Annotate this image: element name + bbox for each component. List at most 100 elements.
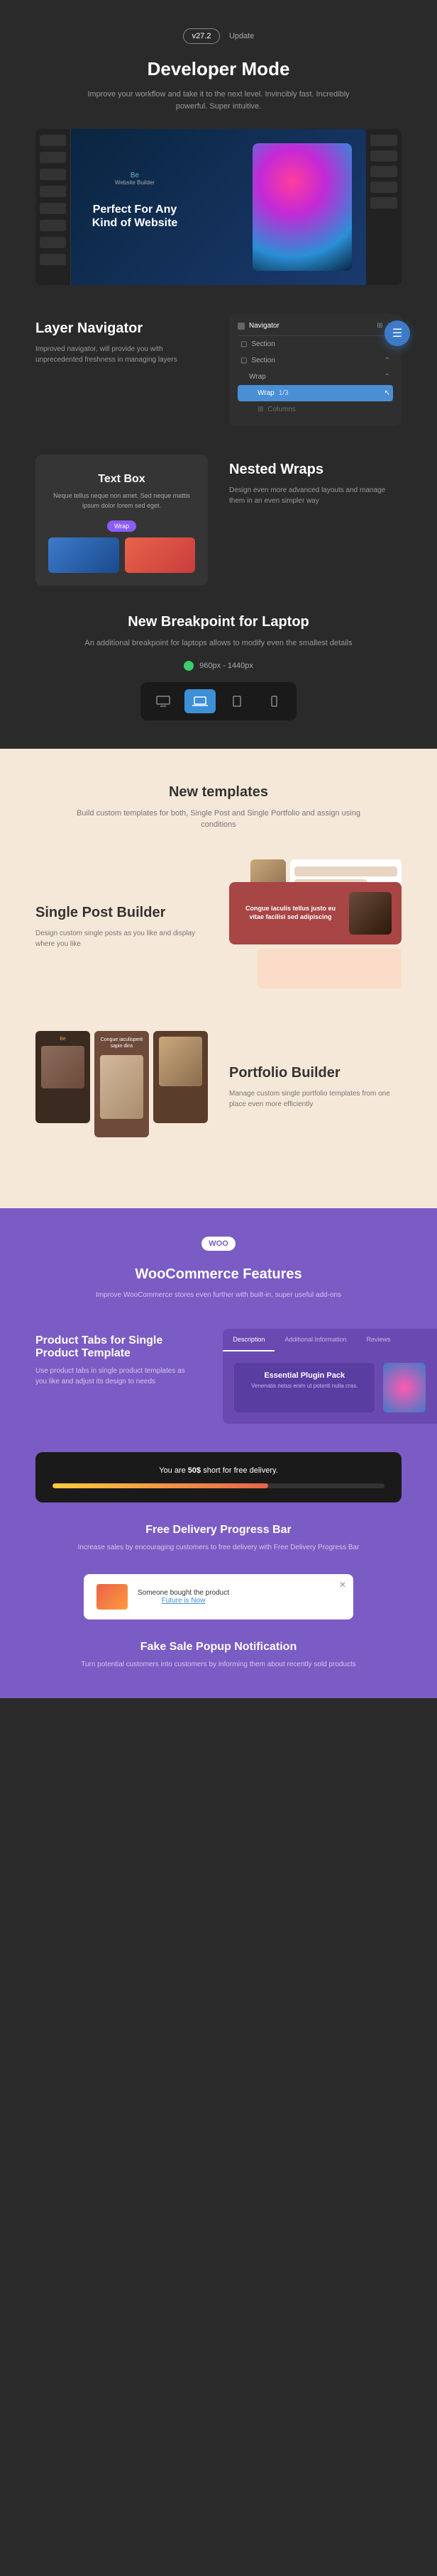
tablet-icon	[233, 696, 241, 707]
editor-screenshot: Be Website Builder Perfect For Any Kind …	[35, 129, 402, 285]
tab-additional-info[interactable]: Additional Information	[275, 1329, 356, 1351]
portfolio-mockup: Be Congue iaculisperit sapin dins	[35, 1017, 208, 1152]
close-icon[interactable]: ✕	[339, 1580, 346, 1590]
plugin-desc: Venenatis netus enim ut potenti nulla cr…	[243, 1383, 366, 1389]
product-tabs-row: Product Tabs for Single Product Template…	[35, 1329, 402, 1424]
progress-title: Free Delivery Progress Bar	[35, 1524, 402, 1537]
chat-line	[263, 970, 343, 980]
nav-label: Section	[251, 340, 275, 348]
wrap-thumb	[125, 537, 196, 573]
navigator-title: Layer Navigator	[35, 320, 208, 337]
pf-text: Congue iaculisperit sapin dins	[100, 1037, 143, 1049]
portfolio-title: Portfolio Builder	[229, 1065, 402, 1081]
textbox-nested-row: Text Box Neque tellus neque non amet. Se…	[35, 455, 402, 586]
canvas-headline: Perfect For Any Kind of Website	[85, 203, 184, 230]
navigator-row: Layer Navigator Improved navigator, will…	[35, 313, 402, 426]
canvas-tag: Website Builder	[85, 179, 184, 186]
wrap-badge: Wrap	[107, 520, 136, 532]
progress-fill	[52, 1483, 268, 1488]
navigator-icon	[238, 323, 245, 330]
navigator-panel-title: Navigator	[249, 322, 280, 330]
textbox-desc: Neque tellus neque non amet. Sed neque m…	[48, 491, 195, 511]
layers-fab-icon[interactable]: ☰	[385, 320, 410, 346]
pf-image	[100, 1055, 143, 1119]
templates-title: New templates	[35, 784, 402, 801]
plugin-image	[383, 1363, 426, 1412]
nav-label: Wrap	[249, 373, 266, 381]
plugin-card: Essential Plugin Pack Venenatis netus en…	[234, 1363, 375, 1412]
nav-item-wrap-selected[interactable]: Wrap 1/3 ↖	[238, 385, 393, 401]
progress-desc: Increase sales by encouraging customers …	[77, 1542, 360, 1553]
tab-reviews[interactable]: Reviews	[357, 1329, 401, 1351]
nav-item-columns[interactable]: ⊞Columns	[238, 401, 393, 418]
popup-title: Fake Sale Popup Notification	[35, 1641, 402, 1654]
device-desktop[interactable]	[148, 689, 179, 713]
chevron-up-icon: ⌃	[385, 357, 390, 364]
nav-item-section[interactable]: ▢Section	[238, 336, 393, 352]
editor-canvas: Be Website Builder Perfect For Any Kind …	[71, 129, 366, 285]
nav-item-wrap[interactable]: Wrap ⌃	[238, 369, 393, 385]
canvas-brand: Be	[85, 172, 184, 179]
breakpoint-title: New Breakpoint for Laptop	[35, 614, 402, 630]
chat-line	[263, 957, 396, 967]
device-tablet[interactable]	[221, 689, 253, 713]
portfolio-row: Be Congue iaculisperit sapin dins Portfo…	[35, 1017, 402, 1152]
device-mobile[interactable]	[258, 689, 289, 713]
device-switcher	[140, 682, 297, 720]
wrap-thumb	[48, 537, 119, 573]
nav-item-section[interactable]: ▢Section ⌃	[238, 352, 393, 369]
woo-subtitle: Improve WooCommerce stores even further …	[77, 1290, 360, 1300]
chevron-up-icon: ⌃	[385, 373, 390, 381]
desktop-icon	[156, 696, 170, 707]
cursor-icon: ↖	[385, 389, 390, 397]
nav-label: Columns	[267, 406, 295, 413]
nested-wraps-desc: Design even more advanced layouts and ma…	[229, 485, 402, 506]
version-badge: v27.2	[183, 28, 221, 44]
nav-suffix: 1/3	[279, 389, 289, 397]
textbox-card: Text Box Neque tellus neque non amet. Se…	[35, 455, 208, 586]
popup-product-link[interactable]: Future is Now	[138, 1597, 229, 1605]
nested-wraps-title: Nested Wraps	[229, 462, 402, 478]
mobile-icon	[271, 696, 277, 707]
nav-label: Wrap	[258, 389, 275, 397]
tabs-mockup: Description Additional Information Revie…	[223, 1329, 437, 1424]
update-label: Update	[229, 32, 254, 40]
navigator-panel: ☰ Navigator ⊞ ✕ ▢Section ▢Section ⌃ Wrap…	[229, 313, 402, 426]
canvas-hero-image	[253, 143, 352, 271]
navigator-desc: Improved navigator, will provide you wit…	[35, 344, 208, 365]
woo-section: WOO WooCommerce Features Improve WooComm…	[0, 1208, 437, 1698]
single-post-mockup: Congue iaculis tellus justo eu vitae fac…	[229, 859, 402, 988]
product-tabs-desc: Use product tabs in single product templ…	[35, 1366, 187, 1387]
woo-logo: WOO	[201, 1237, 236, 1251]
grid-icon[interactable]: ⊞	[377, 322, 382, 330]
single-post-desc: Design custom single posts as you like a…	[35, 928, 208, 949]
editor-left-sidebar	[35, 129, 71, 285]
progress-card: You are 50$ short for free delivery.	[35, 1452, 402, 1502]
range-text: 960px - 1440px	[199, 662, 253, 670]
portfolio-item: Congue iaculisperit sapin dins	[94, 1031, 149, 1137]
portfolio-desc: Manage custom single portfolio templates…	[229, 1088, 402, 1110]
woo-title: WooCommerce Features	[35, 1266, 402, 1283]
nav-label: Section	[251, 357, 275, 364]
textbox-title: Text Box	[48, 473, 195, 486]
portfolio-item: Be	[35, 1031, 90, 1123]
device-laptop[interactable]	[184, 689, 216, 713]
pf-image	[159, 1037, 202, 1086]
templates-section: New templates Build custom templates for…	[0, 749, 437, 1208]
templates-subtitle: Build custom templates for both, Single …	[77, 808, 360, 831]
tab-description[interactable]: Description	[223, 1329, 275, 1351]
active-dot-icon	[184, 661, 194, 671]
popup-text: Someone bought the product	[138, 1589, 229, 1597]
editor-right-sidebar	[366, 129, 402, 285]
pf-brand: Be	[41, 1037, 84, 1042]
single-post-row: Single Post Builder Design custom single…	[35, 859, 402, 988]
mockup-text: Congue iaculis tellus justo eu vitae fac…	[239, 905, 342, 921]
breakpoint-subtitle: An additional breakpoint for laptops all…	[77, 637, 360, 649]
dev-mode-section: v27.2 Update Developer Mode Improve your…	[0, 0, 437, 749]
portfolio-item	[153, 1031, 208, 1123]
pf-image	[41, 1046, 84, 1088]
sale-popup: Someone bought the product Future is Now…	[84, 1574, 353, 1619]
page-title: Developer Mode	[35, 58, 402, 80]
progress-text: You are 50$ short for free delivery.	[52, 1466, 385, 1475]
laptop-icon	[192, 696, 208, 706]
